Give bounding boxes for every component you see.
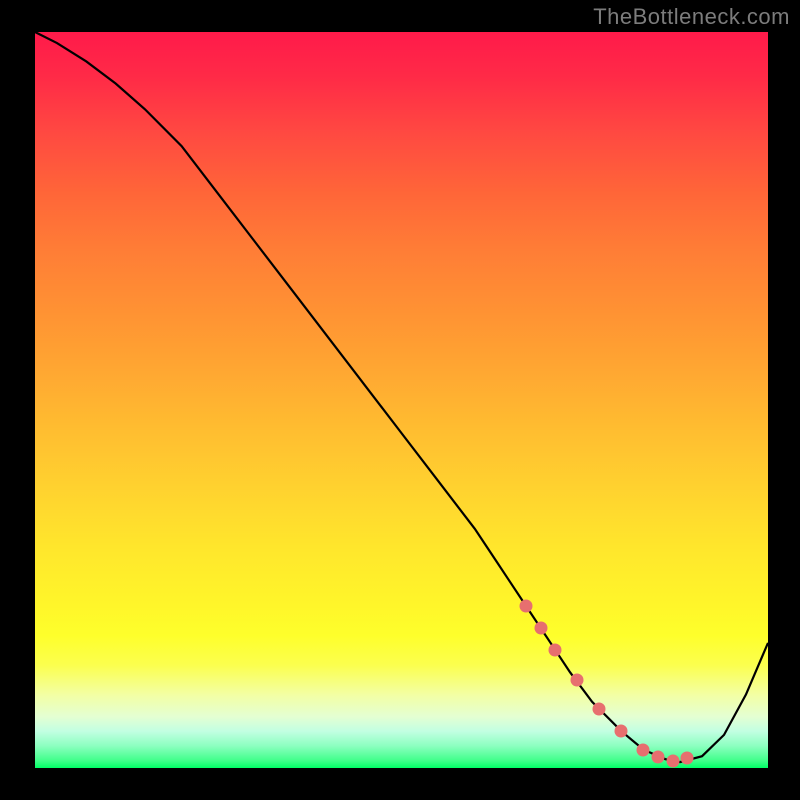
optimal-dot xyxy=(571,673,584,686)
optimal-dot xyxy=(652,750,665,763)
chart-container: TheBottleneck.com xyxy=(0,0,800,800)
optimal-dot xyxy=(615,725,628,738)
optimal-dot xyxy=(637,743,650,756)
optimal-dot xyxy=(520,600,533,613)
plot-area xyxy=(35,32,768,768)
line-curve xyxy=(35,32,768,768)
watermark-text: TheBottleneck.com xyxy=(593,4,790,30)
optimal-dot xyxy=(534,622,547,635)
optimal-dot xyxy=(666,754,679,767)
optimal-dot xyxy=(549,644,562,657)
optimal-dot xyxy=(681,752,694,765)
optimal-dot xyxy=(593,703,606,716)
